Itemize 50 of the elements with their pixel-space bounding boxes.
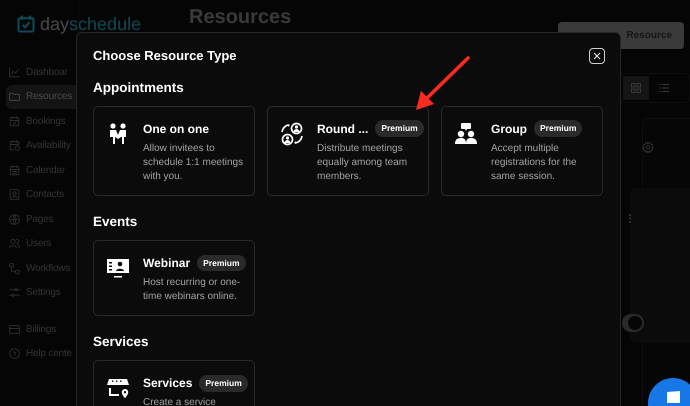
contact-icon (8, 188, 21, 202)
section-heading: Services (93, 333, 150, 351)
help-icon (8, 347, 21, 360)
chat-icon (665, 391, 681, 403)
resource-type-card[interactable]: Webinar Premium Host recurring or one-time webinars online. (93, 240, 255, 316)
premium-badge: Premium (534, 120, 582, 138)
sliders-icon (8, 286, 21, 300)
card-description: Distribute meetings equally among team members. (317, 142, 408, 184)
card-title: Group (491, 120, 527, 138)
group-icon (454, 122, 478, 146)
card-title: One on one (143, 120, 209, 138)
card-title: Round ... (317, 120, 368, 138)
calendar-clock-icon (8, 139, 21, 152)
logo-icon (16, 14, 36, 34)
card-description: Accept multiple registrations for the same session. (491, 142, 578, 184)
arrow-annotation (414, 56, 470, 112)
chart-icon (8, 66, 21, 79)
card-description: Create a service (143, 396, 217, 406)
store-icon (106, 376, 130, 400)
globe-icon (8, 212, 21, 226)
flow-icon (8, 262, 21, 275)
card-description: Allow invitees to schedule 1:1 meetings with you. (143, 142, 244, 184)
card-title: Webinar (143, 255, 190, 272)
grid-icon (631, 83, 641, 93)
card-icon (8, 322, 21, 336)
section-heading: Events (93, 212, 138, 231)
list-icon (659, 83, 669, 93)
resource-type-card[interactable]: Services Premium Create a service (93, 360, 255, 406)
settings-icon[interactable] (642, 141, 654, 153)
dialog-title: Choose Resource Type (93, 47, 237, 65)
close-button[interactable] (589, 48, 605, 64)
round-robin-icon (280, 122, 304, 146)
card-title: Services (143, 375, 192, 392)
calendar-icon (8, 164, 21, 177)
section-heading: Appointments (93, 78, 185, 97)
toggle-switch[interactable] (622, 314, 644, 332)
webinar-icon (106, 256, 130, 280)
premium-badge: Premium (375, 120, 424, 138)
premium-badge: Premium (197, 254, 246, 272)
close-icon (593, 52, 601, 60)
card-description: Host recurring or one-time webinars online. (143, 276, 242, 304)
resource-type-card[interactable]: One on one Allow invitees to schedule 1:1 meetings with you. (93, 106, 255, 196)
grid-view-button[interactable] (623, 76, 649, 100)
folder-icon (8, 90, 21, 104)
resource-type-card[interactable]: Group Premium Accept multiple registrations for the same session. (441, 106, 603, 196)
resource-type-card[interactable]: Round ... Premium Distribute meetings equally among team members. (267, 106, 429, 196)
calendar-check-icon (8, 114, 21, 128)
premium-badge: Premium (199, 374, 248, 392)
logo: dayschedule (40, 15, 142, 33)
users-icon (8, 237, 21, 250)
